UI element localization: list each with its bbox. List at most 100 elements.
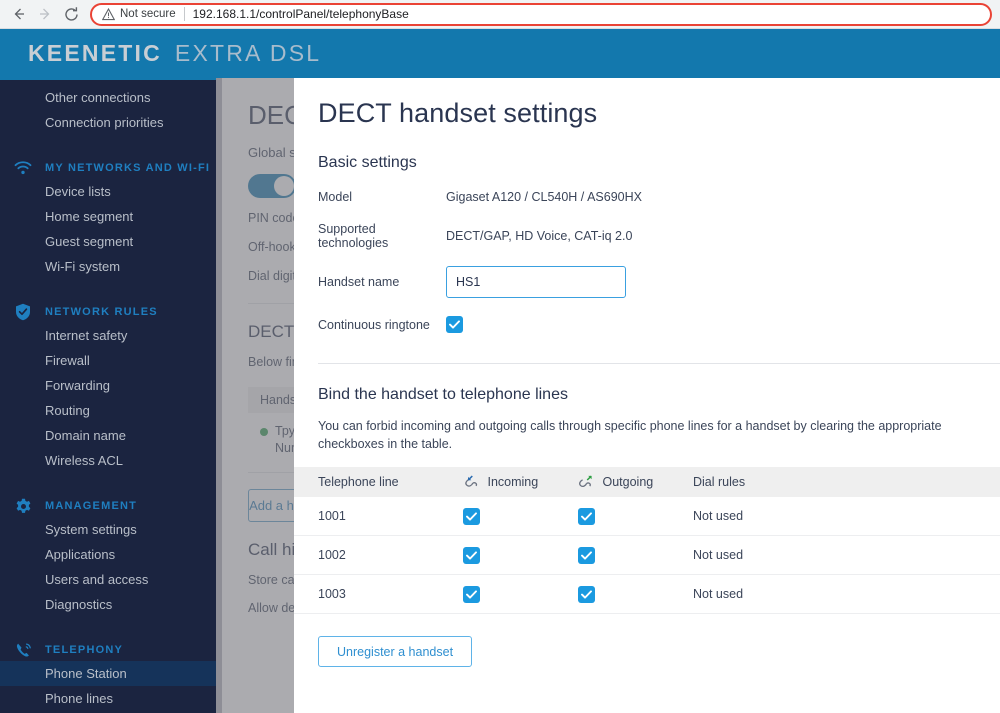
cell-telephone-line: 1001 [318, 509, 346, 523]
technologies-label: Supported technologies [318, 222, 389, 250]
back-button[interactable] [6, 1, 32, 27]
browser-toolbar: Not secure 192.168.1.1/controlPanel/tele… [0, 0, 1000, 29]
check-icon [449, 320, 460, 329]
sidebar-item-wireless-acl[interactable]: Wireless ACL [0, 448, 222, 473]
continuous-ringtone-row: Continuous ringtone [318, 316, 1000, 333]
gear-icon [14, 497, 32, 515]
shield-check-icon [14, 303, 32, 321]
check-icon [581, 550, 592, 560]
sidebar-item-phone-station[interactable]: Phone Station [0, 661, 222, 686]
technologies-field-row: Supported technologies DECT/GAP, HD Voic… [318, 222, 1000, 250]
cell-outgoing [578, 585, 693, 603]
sidebar-item-system-settings[interactable]: System settings [0, 517, 222, 542]
sidebar-item-domain-name[interactable]: Domain name [0, 423, 222, 448]
model-label: Model [318, 190, 353, 204]
handset-name-field-row: Handset name [318, 266, 1000, 298]
omnibox-divider [183, 7, 185, 21]
sidebar-scrollbar[interactable] [216, 78, 222, 713]
sidebar-item-device-lists[interactable]: Device lists [0, 179, 222, 204]
sidebar-item-firewall[interactable]: Firewall [0, 348, 222, 373]
cell-telephone-line: 1003 [318, 587, 346, 601]
sidebar-item-other-connections[interactable]: Other connections [0, 85, 222, 110]
sidebar-group-label: TELEPHONY [45, 644, 124, 656]
sidebar-item-guest-segment[interactable]: Guest segment [0, 229, 222, 254]
sidebar-group-label: NETWORK RULES [45, 306, 158, 318]
modal-divider [318, 363, 1000, 364]
cell-dial-rules: Not used [693, 587, 744, 601]
warning-triangle-icon[interactable] [102, 7, 115, 21]
wifi-icon [14, 159, 32, 177]
sidebar-item-diagnostics[interactable]: Diagnostics [0, 592, 222, 617]
sidebar-group-label: MY NETWORKS AND WI-FI [45, 162, 211, 174]
incoming-checkbox[interactable] [463, 507, 480, 525]
sidebar-group-my-networks: MY NETWORKS AND WI-FI [0, 157, 222, 179]
unregister-handset-button[interactable]: Unregister a handset [318, 636, 473, 667]
sidebar-item-applications[interactable]: Applications [0, 542, 222, 567]
check-icon [466, 511, 477, 521]
handset-name-label: Handset name [318, 275, 400, 289]
continuous-ringtone-checkbox[interactable] [446, 316, 463, 333]
arrow-left-icon [14, 8, 24, 20]
cell-incoming [463, 546, 578, 564]
sidebar-item-users-and-access[interactable]: Users and access [0, 567, 222, 592]
check-icon [581, 589, 592, 599]
sidebar-item-routing[interactable]: Routing [0, 398, 222, 423]
address-bar[interactable]: Not secure 192.168.1.1/controlPanel/tele… [90, 2, 992, 26]
incoming-call-icon [463, 475, 478, 489]
cell-incoming [463, 507, 578, 525]
outgoing-checkbox[interactable] [578, 546, 595, 564]
app-header: KEENETIC EXTRA DSL [0, 29, 1000, 78]
outgoing-checkbox[interactable] [578, 585, 595, 603]
reload-icon [64, 6, 78, 21]
bind-lines-description: You can forbid incoming and outgoing cal… [318, 419, 942, 451]
cell-incoming [463, 585, 578, 603]
cell-telephone-line: 1002 [318, 548, 346, 562]
cell-dial-rules: Not used [693, 548, 744, 562]
forward-button[interactable] [32, 1, 58, 27]
phone-ring-icon [14, 641, 32, 659]
sidebar-item-internet-safety[interactable]: Internet safety [0, 323, 222, 348]
cell-dial-rules: Not used [693, 509, 744, 523]
arrow-right-icon [40, 8, 50, 20]
outgoing-checkbox[interactable] [578, 507, 595, 525]
dect-handset-settings-modal: DECT handset settings Basic settings Mod… [294, 78, 1000, 713]
table-row: 1002 Not used [294, 536, 1000, 575]
sidebar-group-label: MANAGEMENT [45, 500, 138, 512]
brand-name: KEENETIC [28, 40, 162, 66]
column-header-outgoing-label: Outgoing [602, 474, 654, 489]
sidebar-group-network-rules: NETWORK RULES [0, 301, 222, 323]
outgoing-call-icon [578, 475, 593, 489]
technologies-value: DECT/GAP, HD Voice, CAT-iq 2.0 [446, 229, 633, 243]
sidebar-item-connection-priorities[interactable]: Connection priorities [0, 110, 222, 135]
incoming-checkbox[interactable] [463, 585, 480, 603]
handset-name-input[interactable] [446, 266, 626, 298]
column-header-incoming-label: Incoming [487, 474, 539, 489]
table-row: 1001 Not used [294, 497, 1000, 536]
page-body: DECT base station Global settings PIN co… [0, 78, 1000, 713]
model-value: Gigaset A120 / CL540H / AS690HX [446, 190, 642, 204]
device-model: EXTRA DSL [174, 40, 322, 66]
security-status-label: Not secure [120, 8, 176, 20]
cell-outgoing [578, 546, 693, 564]
incoming-checkbox[interactable] [463, 546, 480, 564]
sidebar: Other connections Connection priorities … [0, 78, 222, 713]
continuous-ringtone-label: Continuous ringtone [318, 317, 430, 332]
model-field-row: Model Gigaset A120 / CL540H / AS690HX [318, 190, 1000, 204]
column-header-incoming: Incoming [463, 475, 578, 490]
column-header-telephone-line: Telephone line [318, 475, 399, 489]
sidebar-item-forwarding[interactable]: Forwarding [0, 373, 222, 398]
cell-outgoing [578, 507, 693, 525]
sidebar-item-phone-lines[interactable]: Phone lines [0, 686, 222, 711]
reload-button[interactable] [58, 1, 84, 27]
sidebar-group-management: MANAGEMENT [0, 495, 222, 517]
basic-settings-heading: Basic settings [318, 154, 417, 171]
url-text: 192.168.1.1/controlPanel/telephonyBase [192, 7, 409, 21]
check-icon [466, 550, 477, 560]
sidebar-item-wifi-system[interactable]: Wi-Fi system [0, 254, 222, 279]
column-header-outgoing: Outgoing [578, 475, 693, 490]
sidebar-group-telephony: TELEPHONY [0, 639, 222, 661]
check-icon [466, 589, 477, 599]
check-icon [581, 511, 592, 521]
sidebar-item-home-segment[interactable]: Home segment [0, 204, 222, 229]
telephone-lines-table: Telephone line Incoming Outgoing Dial ru… [294, 467, 1000, 614]
